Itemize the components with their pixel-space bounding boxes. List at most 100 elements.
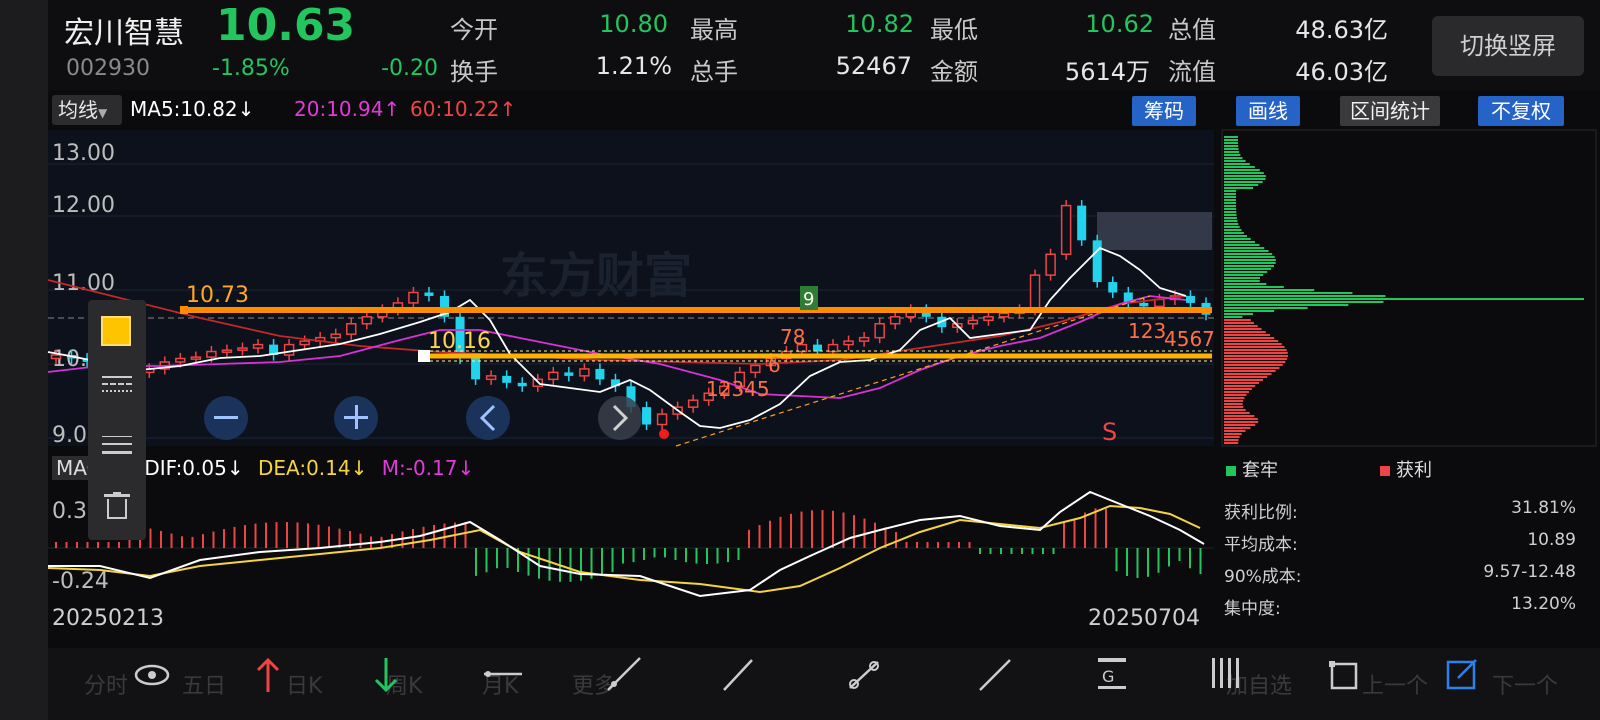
low-point-marker bbox=[659, 429, 669, 439]
chip-bar bbox=[1224, 394, 1247, 396]
chip-bar bbox=[1224, 193, 1237, 195]
parallel-tool-icon[interactable] bbox=[849, 661, 879, 689]
chip-bar bbox=[1224, 382, 1259, 384]
chip-bar bbox=[1224, 418, 1258, 420]
chip-bar bbox=[1224, 259, 1276, 261]
chip-bar bbox=[1224, 430, 1246, 432]
extend-line-tool-icon[interactable] bbox=[979, 659, 1011, 691]
line-style-button[interactable] bbox=[102, 376, 132, 392]
chip-bar bbox=[1224, 247, 1265, 249]
fib-tool-icon[interactable] bbox=[1212, 658, 1239, 688]
chip-bar bbox=[1224, 190, 1237, 192]
td-seq-1: 12345 bbox=[706, 377, 770, 401]
eye-icon[interactable] bbox=[134, 664, 170, 686]
level-1073-label: 10.73 bbox=[186, 283, 249, 308]
chip-bar bbox=[1224, 250, 1269, 252]
chip-bar bbox=[1224, 373, 1272, 375]
chip-bar bbox=[1224, 229, 1242, 231]
chip-bar bbox=[1224, 139, 1239, 141]
gann-tool-icon[interactable]: G bbox=[1098, 658, 1126, 689]
ray-tool-icon[interactable] bbox=[607, 657, 641, 691]
start-date: 20250213 bbox=[52, 606, 164, 631]
chip-bar bbox=[1224, 211, 1237, 213]
hline-tool-icon[interactable] bbox=[484, 671, 522, 677]
level-1016-label: 10.16 bbox=[428, 329, 491, 354]
arrow-down-tool-icon[interactable] bbox=[374, 658, 398, 693]
chip-bar bbox=[1224, 409, 1246, 411]
zoom-in-button[interactable] bbox=[334, 396, 378, 440]
chip-bar bbox=[1224, 268, 1272, 270]
chip-bar bbox=[1224, 289, 1315, 291]
td-seq-3: 6 bbox=[768, 353, 781, 377]
chip-bar bbox=[1224, 343, 1282, 345]
gap-box bbox=[1097, 212, 1212, 250]
stat-label: 90%成本: bbox=[1224, 567, 1302, 587]
export-icon[interactable] bbox=[1446, 659, 1477, 690]
color-picker-button[interactable] bbox=[101, 316, 131, 346]
scroll-right-button[interactable] bbox=[598, 396, 642, 440]
chip-bar bbox=[1224, 295, 1386, 297]
chip-bar bbox=[1224, 316, 1243, 318]
chip-bar bbox=[1224, 238, 1251, 240]
chip-bar bbox=[1224, 352, 1288, 354]
segment-tool-icon[interactable] bbox=[723, 659, 753, 691]
chip-bar bbox=[1224, 163, 1250, 165]
stat-value: 9.57-12.48 bbox=[1483, 562, 1576, 582]
chip-bar bbox=[1224, 148, 1239, 150]
chip-bar bbox=[1224, 277, 1260, 279]
chip-bar bbox=[1224, 322, 1255, 324]
chip-bar bbox=[1224, 172, 1264, 174]
trash-icon[interactable] bbox=[104, 492, 130, 520]
chip-bar bbox=[1224, 439, 1239, 441]
chip-bar bbox=[1224, 181, 1263, 183]
chip-bar bbox=[1224, 304, 1349, 306]
stat-label: 集中度: bbox=[1224, 599, 1281, 619]
chip-bar bbox=[1224, 400, 1244, 402]
td-seq-5: 4567 bbox=[1164, 327, 1215, 351]
chip-bar bbox=[1224, 421, 1259, 423]
green-square-icon bbox=[1226, 466, 1236, 476]
arrow-down-icon: ↓ bbox=[226, 456, 244, 480]
chip-bar bbox=[1224, 379, 1263, 381]
chip-bar bbox=[1224, 355, 1288, 357]
red-square-icon bbox=[1380, 466, 1390, 476]
chip-bar bbox=[1224, 325, 1258, 327]
chip-bar bbox=[1224, 286, 1284, 288]
chip-bar bbox=[1224, 283, 1267, 285]
chip-bar bbox=[1224, 331, 1266, 333]
chip-bar bbox=[1224, 433, 1242, 435]
chip-bar bbox=[1224, 154, 1241, 156]
stat-value: 13.20% bbox=[1511, 594, 1576, 614]
rect-tool-icon[interactable] bbox=[1329, 661, 1358, 690]
stat-concentration: 集中度: 13.20% bbox=[1224, 594, 1584, 619]
arrow-up-tool-icon[interactable] bbox=[256, 657, 280, 692]
chip-bar bbox=[1224, 370, 1276, 372]
chip-bar bbox=[1224, 364, 1283, 366]
chip-bar bbox=[1224, 412, 1250, 414]
chip-bar bbox=[1224, 208, 1237, 210]
chip-bar bbox=[1224, 157, 1243, 159]
candle bbox=[1092, 234, 1102, 288]
arrow-down-icon: ↓ bbox=[350, 456, 368, 480]
dea-value: DEA:0.14 bbox=[257, 456, 351, 480]
scroll-left-button[interactable] bbox=[466, 396, 510, 440]
line-width-button[interactable] bbox=[102, 436, 132, 454]
chip-bar bbox=[1224, 175, 1266, 177]
chip-bar bbox=[1224, 184, 1259, 186]
td-seq-4: 123 bbox=[1128, 319, 1166, 343]
candle bbox=[1060, 200, 1072, 260]
zoom-out-button[interactable] bbox=[204, 396, 248, 440]
chip-bar bbox=[1224, 187, 1254, 189]
chip-bar bbox=[1224, 151, 1240, 153]
drawing-toolbar bbox=[88, 300, 146, 540]
chip-bar bbox=[1224, 442, 1239, 444]
chip-bar bbox=[1224, 358, 1288, 360]
legend-profit-label: 获利 bbox=[1396, 460, 1432, 481]
chip-bar bbox=[1224, 244, 1260, 246]
macd-background bbox=[48, 480, 1214, 598]
watermark: 东方财富 bbox=[500, 248, 692, 304]
chip-bar bbox=[1224, 340, 1279, 342]
chip-bar bbox=[1224, 385, 1256, 387]
chip-bar bbox=[1224, 298, 1584, 300]
nine-text: 9 bbox=[803, 289, 814, 310]
